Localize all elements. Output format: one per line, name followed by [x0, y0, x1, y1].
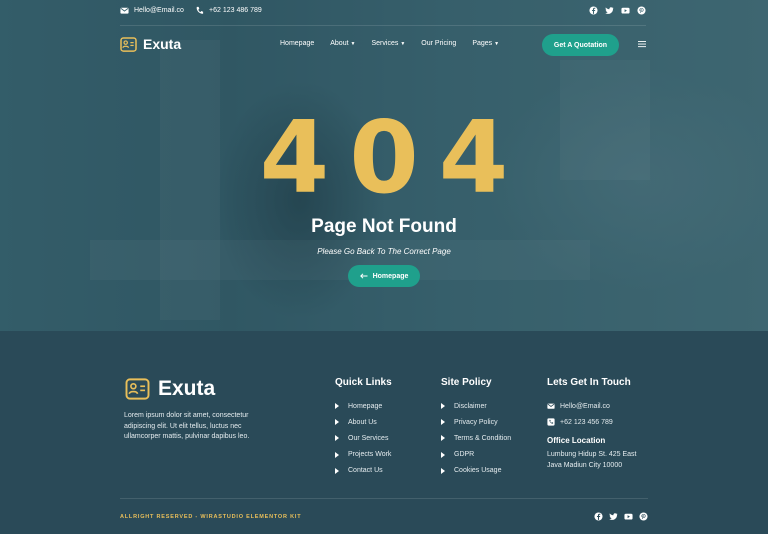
- quick-links-column: Quick Links Homepage About Us Our Servic…: [335, 377, 392, 479]
- phone-icon: [196, 6, 204, 14]
- twitter-icon[interactable]: [609, 512, 618, 521]
- nav-item-pricing[interactable]: Our Pricing: [421, 40, 456, 47]
- footer-link-label: Contact Us: [348, 467, 383, 475]
- facebook-icon[interactable]: [594, 512, 603, 521]
- footer-link[interactable]: Our Services: [335, 430, 392, 446]
- address-line: Java Madiun City 10000: [547, 461, 623, 469]
- footer-link-label: Our Services: [348, 434, 389, 442]
- footer-link[interactable]: Disclaimer: [441, 398, 511, 414]
- caret-right-icon: [441, 403, 445, 410]
- caret-right-icon: [335, 435, 339, 442]
- copyright-text: ALLRIGHT RESERVED - WIRASTUDIO ELEMENTOR…: [120, 514, 302, 520]
- address-line: Lumbung Hidup St. 425 East: [547, 451, 637, 459]
- footer-socials: [594, 512, 648, 521]
- caret-right-icon: [335, 451, 339, 458]
- youtube-icon[interactable]: [624, 512, 633, 521]
- footer-link-label: GDPR: [454, 451, 475, 459]
- quick-links-heading: Quick Links: [335, 377, 392, 388]
- caret-right-icon: [441, 467, 445, 474]
- caret-right-icon: [335, 419, 339, 426]
- facebook-icon[interactable]: [589, 6, 598, 15]
- office-location: Office Location Lumbung Hidup St. 425 Ea…: [547, 436, 637, 471]
- footer-link[interactable]: Contact Us: [335, 463, 392, 479]
- hero-section: Hello@Email.co +62 123 486 789 Exuta Hom…: [0, 0, 768, 331]
- nav-label: Pages: [472, 40, 493, 47]
- topbar-divider: [120, 25, 646, 26]
- topbar: Hello@Email.co +62 123 486 789: [120, 6, 646, 20]
- navbar: Exuta Homepage About ▼ Services ▼ Our Pric…: [120, 34, 646, 56]
- caret-right-icon: [441, 435, 445, 442]
- page-subtitle: Please Go Back To The Correct Page: [317, 247, 451, 256]
- mail-icon: [120, 7, 129, 14]
- site-policy-column: Site Policy Disclaimer Privacy Policy Te…: [441, 377, 511, 479]
- site-policy-heading: Site Policy: [441, 377, 492, 388]
- footer-phone[interactable]: +62 123 456 789: [547, 414, 637, 430]
- page-title: Page Not Found: [311, 216, 457, 237]
- footer: Exuta Lorem ipsum dolor sit amet, consec…: [0, 331, 768, 534]
- id-card-icon: [120, 36, 137, 52]
- homepage-button[interactable]: Homepage: [348, 265, 420, 287]
- topbar-phone[interactable]: +62 123 486 789: [195, 6, 262, 15]
- contact-heading: Lets Get In Touch: [547, 377, 631, 388]
- pinterest-icon[interactable]: [637, 6, 646, 15]
- footer-link[interactable]: About Us: [335, 414, 392, 430]
- footer-divider: [120, 498, 648, 499]
- error-code: 404: [259, 99, 529, 216]
- chevron-down-icon: ▼: [350, 41, 356, 47]
- brand-logo[interactable]: Exuta: [120, 36, 181, 52]
- footer-link[interactable]: GDPR: [441, 447, 511, 463]
- office-location-heading: Office Location: [547, 436, 606, 446]
- nav-label: Our Pricing: [421, 40, 457, 47]
- topbar-socials: [589, 6, 646, 15]
- footer-link[interactable]: Privacy Policy: [441, 414, 511, 430]
- nav-label: About: [330, 40, 349, 47]
- mail-icon: [547, 403, 555, 409]
- id-card-icon: [125, 378, 150, 400]
- phone-icon: [547, 418, 555, 426]
- background-shape: [90, 240, 590, 280]
- topbar-email-text: Hello@Email.co: [134, 7, 184, 14]
- footer-link[interactable]: Cookies Usage: [441, 463, 511, 479]
- footer-phone-text: +62 123 456 789: [560, 418, 613, 426]
- caret-right-icon: [441, 419, 445, 426]
- nav-label: Services: [371, 40, 399, 47]
- footer-brand-name: Exuta: [158, 377, 216, 400]
- arrow-left-icon: [359, 273, 368, 279]
- footer-link[interactable]: Terms & Condition: [441, 430, 511, 446]
- footer-link-label: Disclaimer: [454, 402, 487, 410]
- footer-link-label: Terms & Condition: [454, 434, 512, 442]
- hamburger-menu-icon[interactable]: [638, 40, 646, 48]
- main-nav: Homepage About ▼ Services ▼ Our Pricing Pa…: [280, 40, 499, 47]
- nav-item-about[interactable]: About ▼: [330, 40, 355, 47]
- chevron-down-icon: ▼: [400, 41, 406, 47]
- footer-link-label: About Us: [348, 418, 377, 426]
- contact-column: Lets Get In Touch Hello@Email.co +62 123…: [547, 377, 637, 471]
- footer-link-label: Projects Work: [348, 451, 392, 459]
- footer-email-text: Hello@Email.co: [560, 402, 610, 410]
- caret-right-icon: [335, 403, 339, 410]
- footer-link[interactable]: Projects Work: [335, 447, 392, 463]
- caret-right-icon: [441, 451, 445, 458]
- brand-name: Exuta: [143, 36, 182, 52]
- chevron-down-icon: ▼: [494, 41, 500, 47]
- homepage-button-label: Homepage: [372, 272, 409, 280]
- footer-link-label: Homepage: [348, 402, 383, 410]
- footer-email[interactable]: Hello@Email.co: [547, 398, 637, 414]
- caret-right-icon: [335, 467, 339, 474]
- footer-description: Lorem ipsum dolor sit amet, consectetur …: [124, 412, 250, 440]
- get-quotation-button[interactable]: Get A Quotation: [542, 34, 619, 56]
- topbar-email[interactable]: Hello@Email.co: [120, 6, 184, 15]
- footer-link-label: Privacy Policy: [454, 418, 498, 426]
- footer-link-label: Cookies Usage: [454, 467, 502, 475]
- nav-item-homepage[interactable]: Homepage: [280, 40, 314, 47]
- nav-item-services[interactable]: Services ▼: [372, 40, 406, 47]
- topbar-phone-text: +62 123 486 789: [209, 7, 262, 14]
- pinterest-icon[interactable]: [639, 512, 648, 521]
- footer-link[interactable]: Homepage: [335, 398, 392, 414]
- nav-item-pages[interactable]: Pages ▼: [472, 40, 499, 47]
- youtube-icon[interactable]: [621, 6, 630, 15]
- nav-label: Homepage: [280, 40, 315, 47]
- footer-logo[interactable]: Exuta: [125, 377, 215, 401]
- twitter-icon[interactable]: [605, 6, 614, 15]
